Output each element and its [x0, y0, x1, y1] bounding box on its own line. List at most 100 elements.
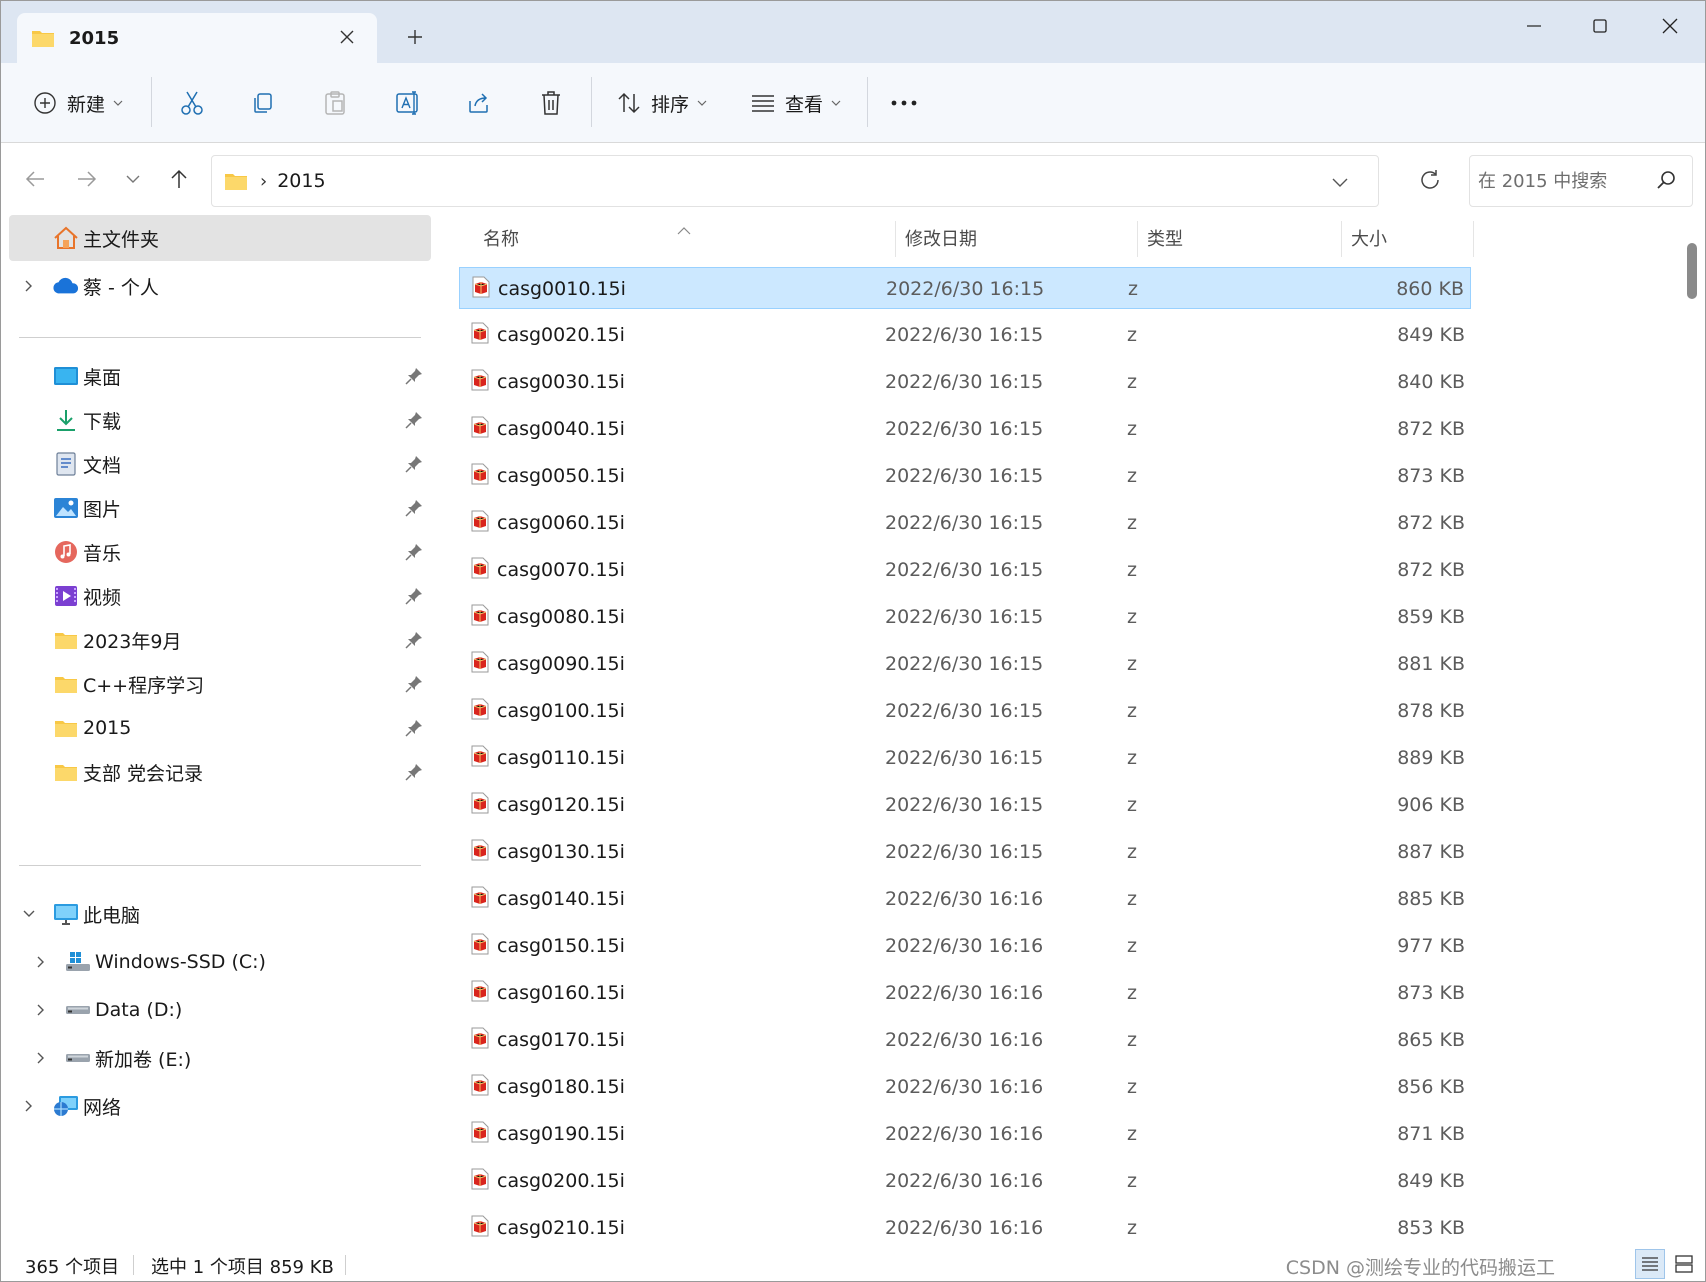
sidebar-item-home[interactable]: 主文件夹 — [9, 215, 431, 261]
new-tab-button[interactable] — [401, 23, 429, 51]
search-input[interactable] — [1478, 170, 1648, 192]
sort-button[interactable]: 排序 — [617, 81, 707, 125]
sidebar-item-this-pc[interactable]: 此电脑 — [9, 891, 431, 937]
sidebar-item-quick-access[interactable]: 音乐 — [9, 529, 431, 575]
chevron-right-icon — [31, 1048, 51, 1068]
table-row[interactable]: casg0090.15i 2022/6/30 16:15 z 881 KB — [459, 643, 1471, 685]
sidebar-item-quick-access[interactable]: 图片 — [9, 485, 431, 531]
column-divider[interactable] — [1473, 221, 1474, 257]
delete-button[interactable] — [539, 81, 563, 125]
minimize-button[interactable] — [1511, 11, 1557, 41]
pin-icon[interactable] — [405, 411, 423, 429]
sidebar-item-network[interactable]: 网络 — [9, 1083, 431, 1129]
table-row[interactable]: casg0030.15i 2022/6/30 16:15 z 840 KB — [459, 361, 1471, 403]
table-row[interactable]: casg0060.15i 2022/6/30 16:15 z 872 KB — [459, 502, 1471, 544]
sidebar-item-quick-access[interactable]: C++程序学习 — [9, 661, 431, 707]
search-box[interactable] — [1469, 155, 1693, 207]
table-row[interactable]: casg0180.15i 2022/6/30 16:16 z 856 KB — [459, 1066, 1471, 1108]
column-header-date[interactable]: 修改日期 — [905, 215, 977, 261]
table-row[interactable]: casg0110.15i 2022/6/30 16:15 z 889 KB — [459, 737, 1471, 779]
sidebar-item-quick-access[interactable]: 2023年9月 — [9, 617, 431, 663]
table-row[interactable]: casg0040.15i 2022/6/30 16:15 z 872 KB — [459, 408, 1471, 450]
sidebar-item-drive[interactable]: Windows-SSD (C:) — [9, 939, 431, 985]
table-row[interactable]: casg0120.15i 2022/6/30 16:15 z 906 KB — [459, 784, 1471, 826]
forward-button[interactable] — [71, 163, 103, 195]
table-row[interactable]: casg0080.15i 2022/6/30 16:15 z 859 KB — [459, 596, 1471, 638]
pin-icon[interactable] — [405, 763, 423, 781]
sidebar-item-onedrive[interactable]: 蔡 - 个人 — [9, 263, 431, 309]
cut-button[interactable] — [179, 81, 205, 125]
share-button[interactable] — [467, 81, 491, 125]
vertical-scrollbar[interactable] — [1685, 233, 1699, 1243]
up-button[interactable] — [163, 163, 195, 195]
table-row[interactable]: casg0150.15i 2022/6/30 16:16 z 977 KB — [459, 925, 1471, 967]
sidebar-item-quick-access[interactable]: 文档 — [9, 441, 431, 487]
scrollbar-thumb[interactable] — [1687, 243, 1697, 299]
sidebar-item-label: Data (D:) — [95, 999, 183, 1021]
folder-icon — [53, 715, 79, 741]
details-view-button[interactable] — [1635, 1249, 1665, 1279]
maximize-button[interactable] — [1577, 11, 1623, 41]
pin-icon[interactable] — [405, 455, 423, 473]
more-options-button[interactable] — [891, 81, 917, 125]
sidebar-item-quick-access[interactable]: 视频 — [9, 573, 431, 619]
address-dropdown-button[interactable] — [1326, 168, 1354, 196]
paste-button[interactable] — [323, 81, 347, 125]
sidebar-item-quick-access[interactable]: 支部 党会记录 — [9, 749, 431, 795]
column-divider[interactable] — [1341, 221, 1342, 257]
column-divider[interactable] — [1137, 221, 1138, 257]
close-window-button[interactable] — [1647, 11, 1693, 41]
share-icon — [469, 93, 488, 113]
column-header-name[interactable]: 名称 — [483, 215, 519, 261]
refresh-button[interactable] — [1415, 165, 1445, 195]
column-header-size[interactable]: 大小 — [1351, 215, 1387, 261]
table-row[interactable]: casg0130.15i 2022/6/30 16:15 z 887 KB — [459, 831, 1471, 873]
table-row[interactable]: casg0050.15i 2022/6/30 16:15 z 873 KB — [459, 455, 1471, 497]
column-header-type[interactable]: 类型 — [1147, 215, 1183, 261]
file-date: 2022/6/30 16:15 — [885, 465, 1044, 487]
table-row[interactable]: casg0200.15i 2022/6/30 16:16 z 849 KB — [459, 1160, 1471, 1202]
rename-button[interactable] — [395, 81, 421, 125]
table-row[interactable]: casg0010.15i 2022/6/30 16:15 z 860 KB — [459, 267, 1471, 309]
table-row[interactable]: casg0210.15i 2022/6/30 16:16 z 853 KB — [459, 1207, 1471, 1245]
sidebar-item-quick-access[interactable]: 桌面 — [9, 353, 431, 399]
pin-icon[interactable] — [405, 499, 423, 517]
breadcrumb-item[interactable]: 2015 — [277, 170, 325, 192]
pin-icon[interactable] — [405, 587, 423, 605]
sidebar-item-quick-access[interactable]: 下载 — [9, 397, 431, 443]
file-icon — [471, 463, 489, 490]
view-button[interactable]: 查看 — [751, 81, 841, 125]
table-row[interactable]: casg0020.15i 2022/6/30 16:15 z 849 KB — [459, 314, 1471, 356]
copy-icon — [254, 93, 272, 113]
table-row[interactable]: casg0070.15i 2022/6/30 16:15 z 872 KB — [459, 549, 1471, 591]
table-row[interactable]: casg0100.15i 2022/6/30 16:15 z 878 KB — [459, 690, 1471, 732]
file-name-cell: casg0200.15i — [471, 1160, 625, 1202]
file-size: 885 KB — [1397, 888, 1465, 910]
table-row[interactable]: casg0140.15i 2022/6/30 16:16 z 885 KB — [459, 878, 1471, 920]
back-button[interactable] — [19, 163, 51, 195]
sidebar-item-drive[interactable]: 新加卷 (E:) — [9, 1035, 431, 1081]
new-button[interactable]: 新建 — [33, 81, 123, 125]
sidebar-item-quick-access[interactable]: 2015 — [9, 705, 431, 751]
table-row[interactable]: casg0190.15i 2022/6/30 16:16 z 871 KB — [459, 1113, 1471, 1155]
toolbar-divider — [867, 77, 868, 127]
file-name: casg0200.15i — [497, 1170, 625, 1192]
watermark: CSDN @测绘专业的代码搬运工 — [1285, 1257, 1555, 1279]
pin-icon[interactable] — [405, 631, 423, 649]
tab-2015[interactable]: 2015 — [17, 13, 377, 63]
table-row[interactable]: casg0160.15i 2022/6/30 16:16 z 873 KB — [459, 972, 1471, 1014]
tab-close-button[interactable] — [335, 25, 359, 49]
table-row[interactable]: casg0170.15i 2022/6/30 16:16 z 865 KB — [459, 1019, 1471, 1061]
sidebar-item-label: 视频 — [83, 586, 122, 609]
file-name: casg0140.15i — [497, 888, 625, 910]
address-bar[interactable]: › 2015 — [211, 155, 1379, 207]
pin-icon[interactable] — [405, 543, 423, 561]
recent-locations-button[interactable] — [117, 163, 149, 195]
sidebar-item-drive[interactable]: Data (D:) — [9, 987, 431, 1033]
tiles-view-button[interactable] — [1669, 1249, 1699, 1279]
pin-icon[interactable] — [405, 367, 423, 385]
copy-button[interactable] — [251, 81, 275, 125]
pin-icon[interactable] — [405, 675, 423, 693]
column-divider[interactable] — [895, 221, 896, 257]
pin-icon[interactable] — [405, 719, 423, 737]
